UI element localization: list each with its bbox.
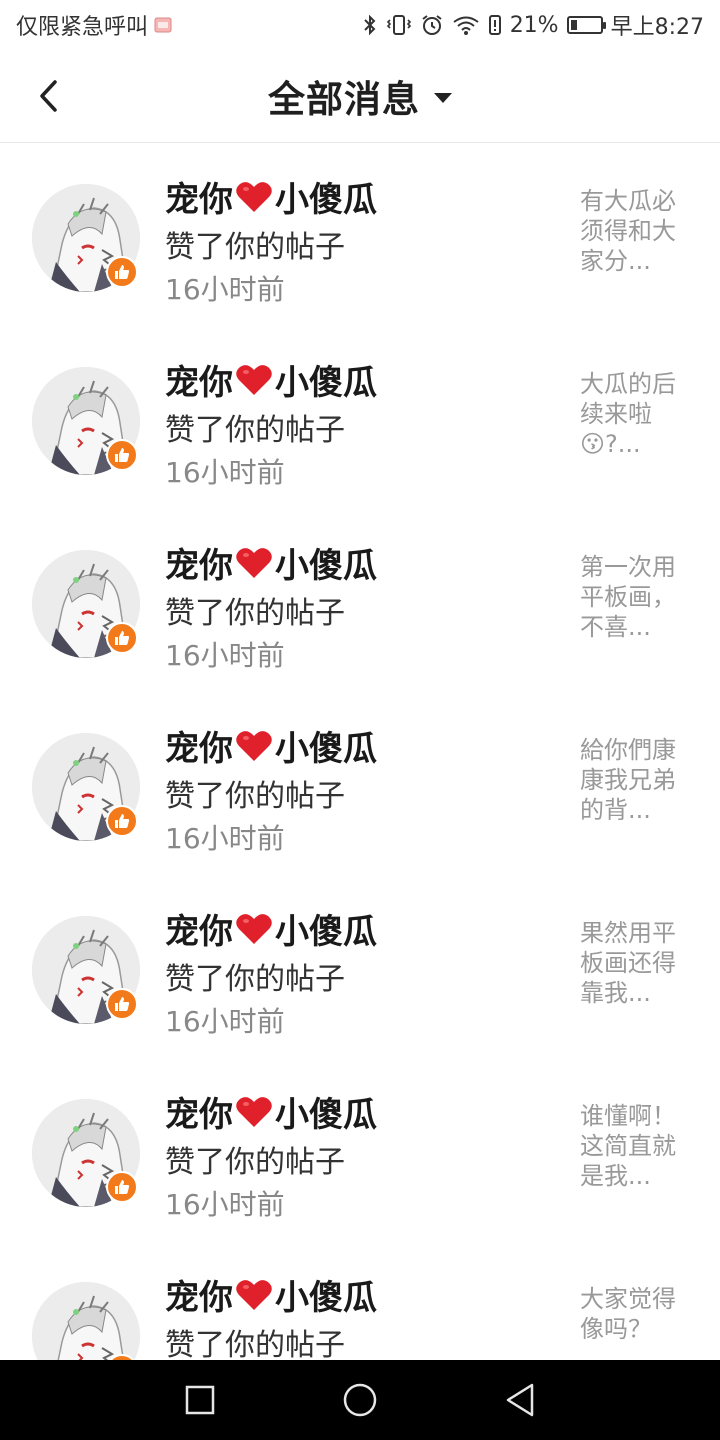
message-item[interactable]: 宠你 小傻瓜赞了你的帖子 16小时前 谁懂啊！这简直就是我... [0,1059,720,1242]
battery-percent: 21% [509,12,559,38]
message-action: 赞了你的帖子 [165,779,345,814]
message-action: 赞了你的帖子 [165,230,345,265]
thumbs-up-icon [115,631,130,645]
post-preview[interactable]: 谁懂啊！这简直就是我... [580,1101,698,1191]
battery-level-fill [570,20,577,30]
message-time: 16小时前 [165,1188,285,1221]
like-badge [106,622,138,654]
caret-down-icon [434,93,452,103]
page-title: 全部消息 [268,78,420,121]
vibrate-icon [386,13,412,37]
user-name[interactable]: 宠你 小傻瓜 [165,1087,377,1136]
home-button[interactable] [330,1370,390,1430]
message-time: 16小时前 [165,822,285,855]
user-name-suffix: 小傻瓜 [275,363,377,403]
message-item[interactable]: 宠你 小傻瓜赞了你的帖子 16小时前 有大瓜必须得和大家分... [0,144,720,327]
message-item[interactable]: 宠你 小傻瓜赞了你的帖子 16小时前 果然用平板画还得靠我... [0,876,720,1059]
header: 全部消息 [0,50,720,143]
user-name-prefix: 宠你 [165,180,233,220]
post-preview[interactable]: 果然用平板画还得靠我... [580,918,698,1008]
user-name-suffix: 小傻瓜 [275,1095,377,1135]
user-name-prefix: 宠你 [165,363,233,403]
message-time: 16小时前 [165,639,285,672]
red-heart-icon [236,547,272,578]
user-name-prefix: 宠你 [165,1095,233,1135]
user-name[interactable]: 宠你 小傻瓜 [165,1270,377,1319]
message-item[interactable]: 宠你 小傻瓜赞了你的帖子 大家觉得像吗？ [0,1242,720,1360]
post-preview[interactable]: 有大瓜必须得和大家分... [580,186,698,276]
user-name[interactable]: 宠你 小傻瓜 [165,355,377,404]
thumbs-up-icon [115,265,130,279]
user-name-prefix: 宠你 [165,546,233,586]
battery-alert-icon [488,13,502,37]
post-preview[interactable]: 給你們康康我兄弟的背... [580,735,698,825]
post-preview[interactable]: 第一次用平板画，不喜... [580,552,698,642]
home-icon [343,1383,377,1417]
alarm-icon [420,13,444,37]
sim-card-icon [152,13,174,37]
red-heart-icon [236,364,272,395]
thumbs-up-icon [115,1180,130,1194]
user-name-prefix: 宠你 [165,1278,233,1318]
like-badge [106,439,138,471]
message-action: 赞了你的帖子 [165,1145,345,1180]
red-heart-icon [236,730,272,761]
thumbs-up-icon [115,997,130,1011]
clock: 早上8:27 [610,15,704,40]
status-right: 21% 早上8:27 [362,9,704,41]
message-action: 赞了你的帖子 [165,962,345,997]
chevron-left-icon [40,80,57,112]
red-heart-icon [236,181,272,212]
status-left: 仅限紧急呼叫 [16,9,174,41]
navigation-bar [0,1360,720,1440]
message-list[interactable]: 宠你 小傻瓜 赞了你的帖子 16小时前 有大瓜必须得和大家分... 宠你 小傻瓜 赞了你的帖子… [0,144,720,1360]
user-name-suffix: 小傻瓜 [275,729,377,769]
thumbs-up-icon [115,448,130,462]
post-preview[interactable]: 大家觉得像吗？ [580,1284,698,1344]
message-item[interactable]: 宠你 小傻瓜赞了你的帖子 16小时前 第一次用平板画，不喜... [0,510,720,693]
user-name-prefix: 宠你 [165,729,233,769]
user-name-suffix: 小傻瓜 [275,180,377,220]
user-name-suffix: 小傻瓜 [275,546,377,586]
like-badge [106,805,138,837]
back-button[interactable] [28,74,68,118]
message-action: 赞了你的帖子 [165,1328,345,1360]
message-time: 16小时前 [165,456,285,489]
red-heart-icon [236,1096,272,1127]
like-badge [106,1171,138,1203]
message-item[interactable]: 宠你 小傻瓜赞了你的帖子 16小时前 給你們康康我兄弟的背... [0,693,720,876]
user-name[interactable]: 宠你 小傻瓜 [165,538,377,587]
message-time: 16小时前 [165,273,285,306]
user-name[interactable]: 宠你 小傻瓜 [165,904,377,953]
like-badge [106,988,138,1020]
message-filter-dropdown[interactable]: 全部消息 [268,69,452,123]
post-preview[interactable]: 大瓜的后续来啦😗?... [580,369,698,459]
user-name-suffix: 小傻瓜 [275,912,377,952]
user-name-prefix: 宠你 [165,912,233,952]
battery-icon [566,16,606,34]
status-bar: 仅限紧急呼叫 21% 早上8:27 [0,0,720,50]
bluetooth-icon [362,13,378,37]
message-time: 16小时前 [165,1005,285,1038]
thumbs-up-icon [115,814,130,828]
back-nav-button[interactable] [490,1370,550,1430]
message-item[interactable]: 宠你 小傻瓜赞了你的帖子 16小时前 大瓜的后续来啦😗?... [0,327,720,510]
user-name-suffix: 小傻瓜 [275,1278,377,1318]
recent-apps-icon [185,1385,215,1415]
recent-apps-button[interactable] [170,1370,230,1430]
red-heart-icon [236,913,272,944]
user-name[interactable]: 宠你 小傻瓜 [165,721,377,770]
message-action: 赞了你的帖子 [165,413,345,448]
like-badge [106,256,138,288]
avatar[interactable] [32,1282,140,1360]
wifi-icon [452,13,480,37]
back-icon [506,1383,534,1417]
message-action: 赞了你的帖子 [165,596,345,631]
red-heart-icon [236,1279,272,1310]
user-name[interactable]: 宠你 小傻瓜 [165,172,377,221]
carrier-text: 仅限紧急呼叫 [16,15,149,40]
